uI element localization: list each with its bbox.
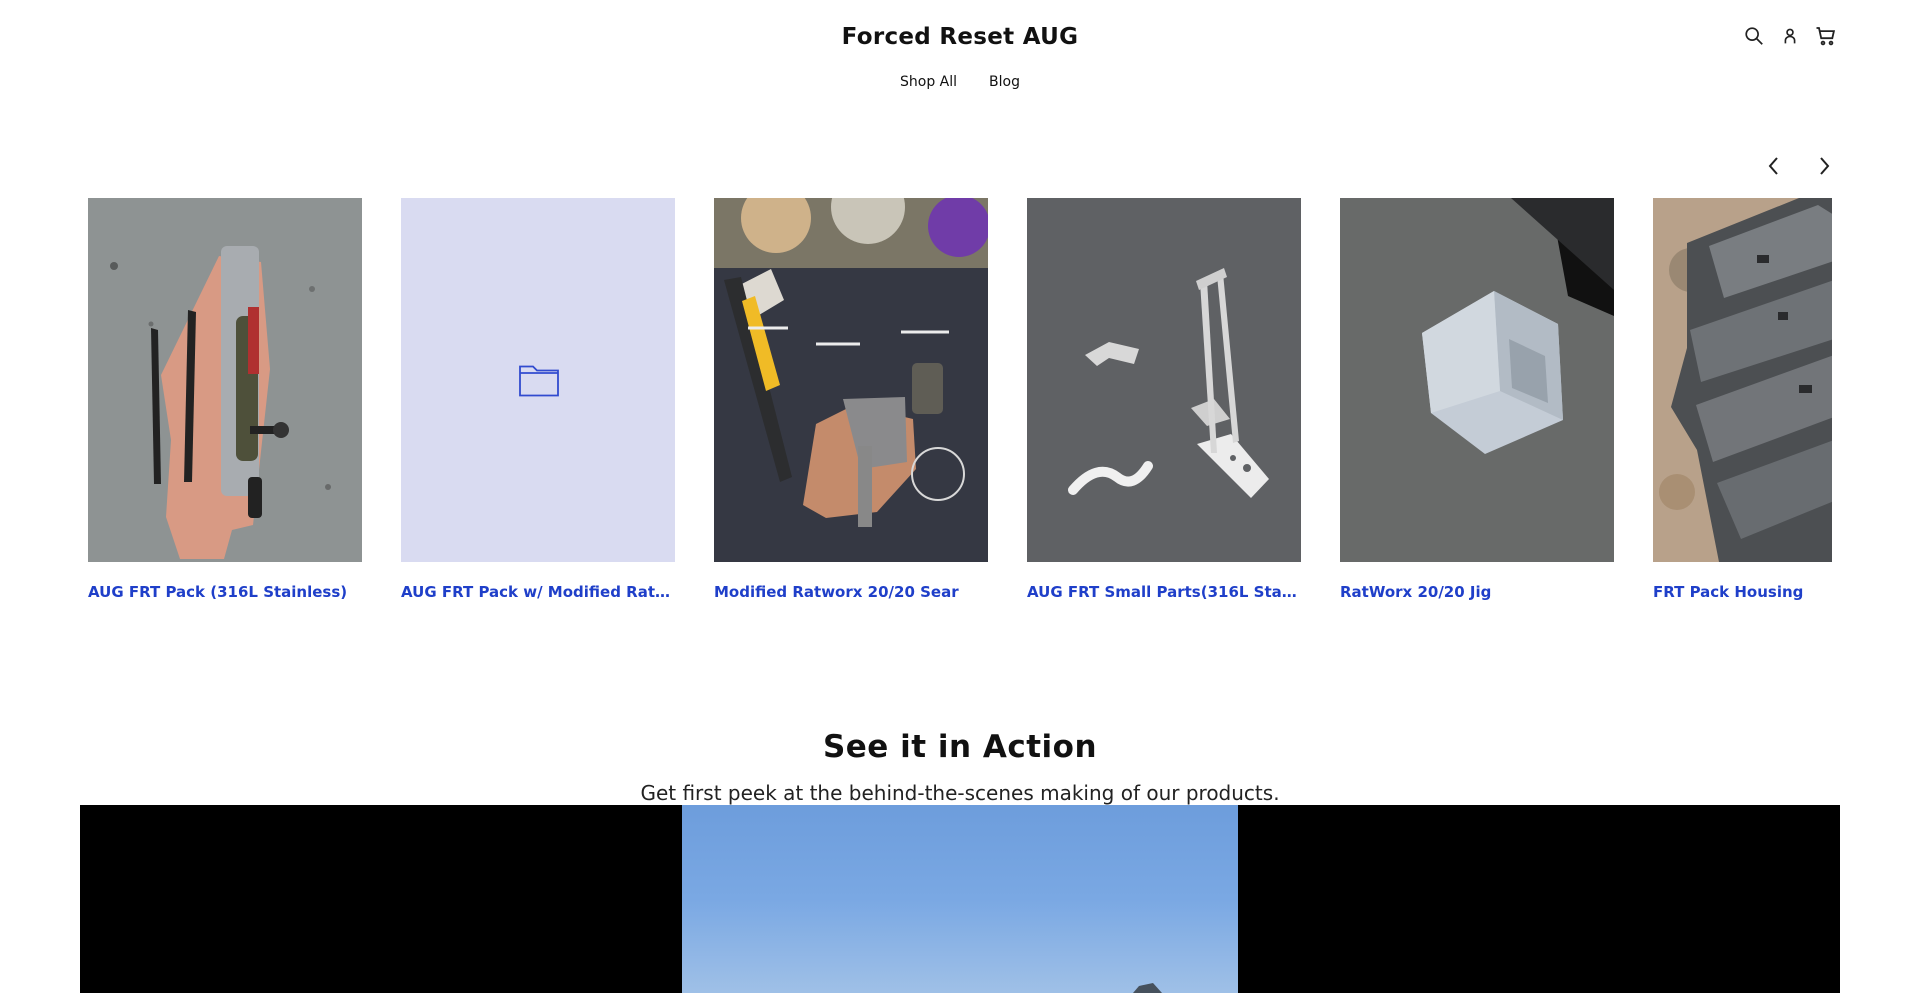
product-carousel: AUG FRT Pack (316L Stainless) AUG FRT Pa… — [88, 198, 1832, 618]
product-card[interactable]: Modified Ratworx 20/20 Sear — [714, 198, 988, 601]
product-image-aug-frt-pack[interactable] — [88, 198, 362, 562]
nav-shop-all[interactable]: Shop All — [900, 74, 957, 90]
nav-blog[interactable]: Blog — [989, 74, 1020, 90]
product-title-aug-frt-pack[interactable]: AUG FRT Pack (316L Stainless) — [88, 583, 362, 601]
product-card[interactable]: FRT Pack Housing — [1653, 198, 1832, 601]
product-title-aug-frt-pack-sear[interactable]: AUG FRT Pack w/ Modified Ratworx 20/20 S… — [401, 583, 675, 601]
main-navigation: Shop All Blog — [0, 74, 1920, 90]
video-player[interactable] — [80, 805, 1840, 993]
previous-icon[interactable] — [1760, 152, 1788, 180]
product-image-ratworx-jig[interactable] — [1340, 198, 1614, 562]
product-title-small-parts[interactable]: AUG FRT Small Parts(316L Stainless) — [1027, 583, 1301, 601]
product-card[interactable]: AUG FRT Small Parts(316L Stainless) — [1027, 198, 1301, 601]
account-icon[interactable] — [1778, 24, 1802, 48]
search-icon[interactable] — [1742, 24, 1766, 48]
product-image-modified-sear[interactable] — [714, 198, 988, 562]
next-icon[interactable] — [1810, 152, 1838, 180]
site-title[interactable]: Forced Reset AUG — [0, 24, 1920, 50]
product-card[interactable]: RatWorx 20/20 Jig — [1340, 198, 1614, 601]
product-image-placeholder[interactable] — [401, 198, 675, 562]
product-card[interactable]: AUG FRT Pack (316L Stainless) — [88, 198, 362, 601]
product-title-frt-pack-housing[interactable]: FRT Pack Housing — [1653, 583, 1832, 601]
header-icons — [1742, 24, 1838, 48]
page: Forced Reset AUG Shop All Blog AUG FRT P… — [0, 0, 1920, 993]
product-title-ratworx-jig[interactable]: RatWorx 20/20 Jig — [1340, 583, 1614, 601]
cart-icon[interactable] — [1814, 24, 1838, 48]
product-image-frt-pack-housing[interactable] — [1653, 198, 1832, 562]
carousel-controls — [1760, 152, 1838, 180]
section-title: See it in Action — [822, 728, 1098, 765]
section-subtitle: Get first peek at the behind-the-scenes … — [640, 781, 1280, 805]
product-title-modified-sear[interactable]: Modified Ratworx 20/20 Sear — [714, 583, 988, 601]
video-frame[interactable] — [682, 805, 1238, 993]
product-image-small-parts[interactable] — [1027, 198, 1301, 562]
product-card[interactable]: AUG FRT Pack w/ Modified Ratworx 20/20 S… — [401, 198, 675, 601]
